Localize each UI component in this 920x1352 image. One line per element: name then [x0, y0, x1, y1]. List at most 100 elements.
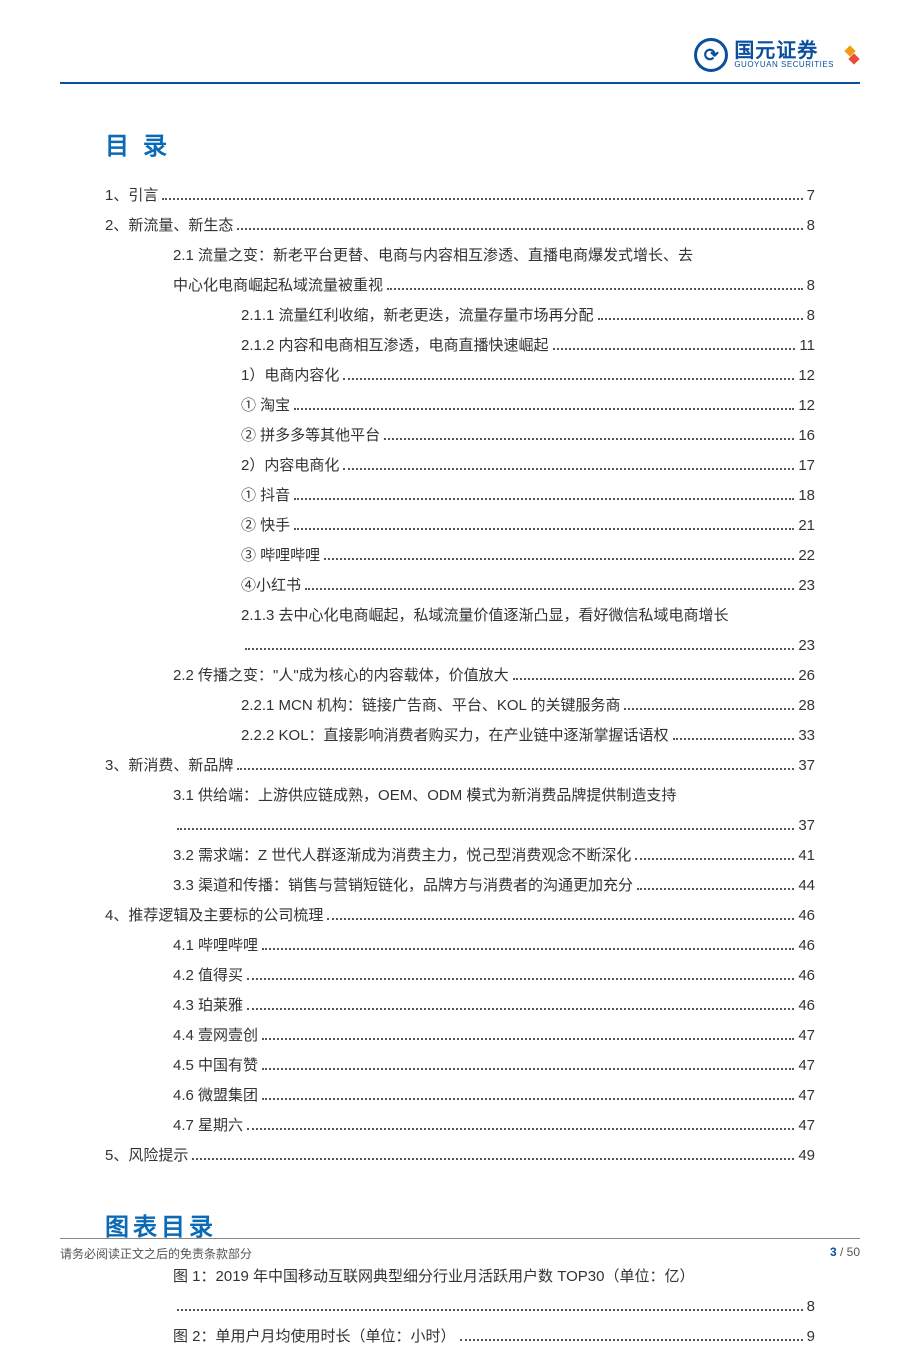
toc-entry: 2.1.3 去中心化电商崛起，私域流量价值逐渐凸显，看好微信私域电商增长: [105, 601, 815, 631]
toc-entry-text: 2.2.1 MCN 机构：链接广告商、平台、KOL 的关键服务商: [241, 691, 620, 721]
toc-leader-dots: [237, 228, 802, 230]
toc-entry-text: 中心化电商崛起私域流量被重视: [173, 271, 383, 301]
toc-entry-page: 33: [798, 721, 815, 751]
logo-mark-icon: ⟳: [694, 38, 728, 72]
toc-entry: 4.5 中国有赞47: [105, 1051, 815, 1081]
toc-leader-dots: [262, 1068, 794, 1070]
figures-list: 图 1：2019 年中国移动互联网典型细分行业月活跃用户数 TOP30（单位：亿…: [105, 1262, 815, 1352]
toc-leader-dots: [598, 318, 803, 320]
toc-entry-page: 9: [807, 1322, 815, 1352]
toc-entry: 8: [105, 1292, 815, 1322]
toc-entry-text: 3.3 渠道和传播：销售与营销短链化，品牌方与消费者的沟通更加充分: [173, 871, 633, 901]
toc-leader-dots: [324, 558, 794, 560]
toc-entry-text: 3.2 需求端：Z 世代人群逐渐成为消费主力，悦己型消费观念不断深化: [173, 841, 631, 871]
toc-entry-page: 26: [798, 661, 815, 691]
toc-entry: 4.2 值得买 46: [105, 961, 815, 991]
toc-entry: 2）内容电商化17: [105, 451, 815, 481]
toc-entry: 3.2 需求端：Z 世代人群逐渐成为消费主力，悦己型消费观念不断深化 41: [105, 841, 815, 871]
toc-entry-text: 2.2 传播之变："人"成为核心的内容载体，价值放大: [173, 661, 509, 691]
toc-entry: ① 淘宝 12: [105, 391, 815, 421]
toc-leader-dots: [245, 648, 794, 650]
toc-entry-page: 12: [798, 391, 815, 421]
toc-leader-dots: [305, 588, 794, 590]
toc-entry-page: 21: [798, 511, 815, 541]
toc-entry-text: 2、新流量、新生态: [105, 211, 233, 241]
toc-leader-dots: [387, 288, 803, 290]
toc-leader-dots: [460, 1339, 803, 1341]
toc-entry: ① 抖音 18: [105, 481, 815, 511]
figures-heading: 图表目录: [105, 1207, 815, 1242]
toc-entry-page: 11: [799, 331, 815, 361]
toc-entry-text: 4.2 值得买: [173, 961, 243, 991]
toc-leader-dots: [177, 828, 794, 830]
toc-entry: 2.2.2 KOL：直接影响消费者购买力，在产业链中逐渐掌握话语权33: [105, 721, 815, 751]
toc-entry-page: 17: [798, 451, 815, 481]
toc-entry-text: 2.1.1 流量红利收缩，新老更迭，流量存量市场再分配: [241, 301, 594, 331]
toc-leader-dots: [513, 678, 795, 680]
toc-entry: 5、风险提示49: [105, 1141, 815, 1171]
toc-entry-page: 16: [798, 421, 815, 451]
toc-entry-page: 7: [807, 181, 815, 211]
toc-list: 1、引言72、新流量、新生态82.1 流量之变：新老平台更替、电商与内容相互渗透…: [105, 181, 815, 1171]
toc-entry: 23: [105, 631, 815, 661]
toc-entry-text: 3、新消费、新品牌: [105, 751, 233, 781]
company-logo: ⟳ 国元证券 GUOYUAN SECURITIES: [694, 38, 860, 72]
toc-leader-dots: [327, 918, 794, 920]
toc-entry-text: 4、推荐逻辑及主要标的公司梳理: [105, 901, 323, 931]
toc-entry-text: ① 淘宝: [241, 391, 290, 421]
toc-entry-page: 46: [798, 961, 815, 991]
toc-entry-page: 44: [798, 871, 815, 901]
toc-leader-dots: [624, 708, 794, 710]
toc-entry: 1、引言 7: [105, 181, 815, 211]
toc-entry-text: ① 抖音: [241, 481, 290, 511]
toc-entry-text: ③ 哔哩哔哩: [241, 541, 320, 571]
toc-leader-dots: [635, 858, 794, 860]
toc-leader-dots: [262, 1038, 794, 1040]
toc-leader-dots: [237, 768, 794, 770]
toc-entry: 4.3 珀莱雅 46: [105, 991, 815, 1021]
toc-entry: ② 拼多多等其他平台16: [105, 421, 815, 451]
toc-entry-text: 5、风险提示: [105, 1141, 188, 1171]
toc-leader-dots: [247, 1008, 794, 1010]
toc-entry-page: 46: [798, 991, 815, 1021]
toc-leader-dots: [637, 888, 794, 890]
toc-entry-page: 8: [807, 1292, 815, 1322]
toc-entry-text: 4.7 星期六: [173, 1111, 243, 1141]
toc-entry: 4.6 微盟集团47: [105, 1081, 815, 1111]
toc-leader-dots: [294, 498, 794, 500]
toc-entry-text: ④小红书: [241, 571, 301, 601]
page-total: 50: [847, 1245, 860, 1259]
toc-entry: 3.3 渠道和传播：销售与营销短链化，品牌方与消费者的沟通更加充分 44: [105, 871, 815, 901]
logo-decoration-icon: [840, 45, 860, 65]
toc-entry-page: 12: [798, 361, 815, 391]
toc-leader-dots: [177, 1309, 803, 1311]
toc-entry-text: 1、引言: [105, 181, 158, 211]
toc-entry-text: 4.1 哔哩哔哩: [173, 931, 258, 961]
footer-disclaimer: 请务必阅读正文之后的免责条款部分: [60, 1245, 252, 1262]
toc-leader-dots: [247, 978, 794, 980]
toc-entry: 1）电商内容化 12: [105, 361, 815, 391]
toc-entry-page: 46: [798, 931, 815, 961]
toc-entry: 2、新流量、新生态8: [105, 211, 815, 241]
toc-entry: 图 2：单用户月均使用时长（单位：小时）9: [105, 1322, 815, 1352]
toc-entry-page: 41: [798, 841, 815, 871]
toc-entry-text: ② 快手: [241, 511, 290, 541]
logo-name-en: GUOYUAN SECURITIES: [734, 61, 834, 69]
toc-entry-text: 4.3 珀莱雅: [173, 991, 243, 1021]
toc-entry: 3、新消费、新品牌37: [105, 751, 815, 781]
toc-entry-page: 47: [798, 1021, 815, 1051]
logo-text: 国元证券 GUOYUAN SECURITIES: [734, 41, 834, 69]
toc-entry: 4、推荐逻辑及主要标的公司梳理46: [105, 901, 815, 931]
page-content: 目录 1、引言72、新流量、新生态82.1 流量之变：新老平台更替、电商与内容相…: [0, 84, 920, 1352]
toc-leader-dots: [247, 1128, 794, 1130]
toc-entry-text: 1）电商内容化: [241, 361, 339, 391]
toc-entry: ④小红书23: [105, 571, 815, 601]
toc-entry-page: 22: [798, 541, 815, 571]
toc-entry: 2.2 传播之变："人"成为核心的内容载体，价值放大 26: [105, 661, 815, 691]
toc-entry-page: 18: [798, 481, 815, 511]
toc-entry-text: 4.4 壹网壹创: [173, 1021, 258, 1051]
toc-entry: 4.7 星期六47: [105, 1111, 815, 1141]
toc-entry-page: 8: [807, 271, 815, 301]
footer-page-number: 3 / 50: [830, 1245, 860, 1262]
toc-entry: 4.1 哔哩哔哩 46: [105, 931, 815, 961]
